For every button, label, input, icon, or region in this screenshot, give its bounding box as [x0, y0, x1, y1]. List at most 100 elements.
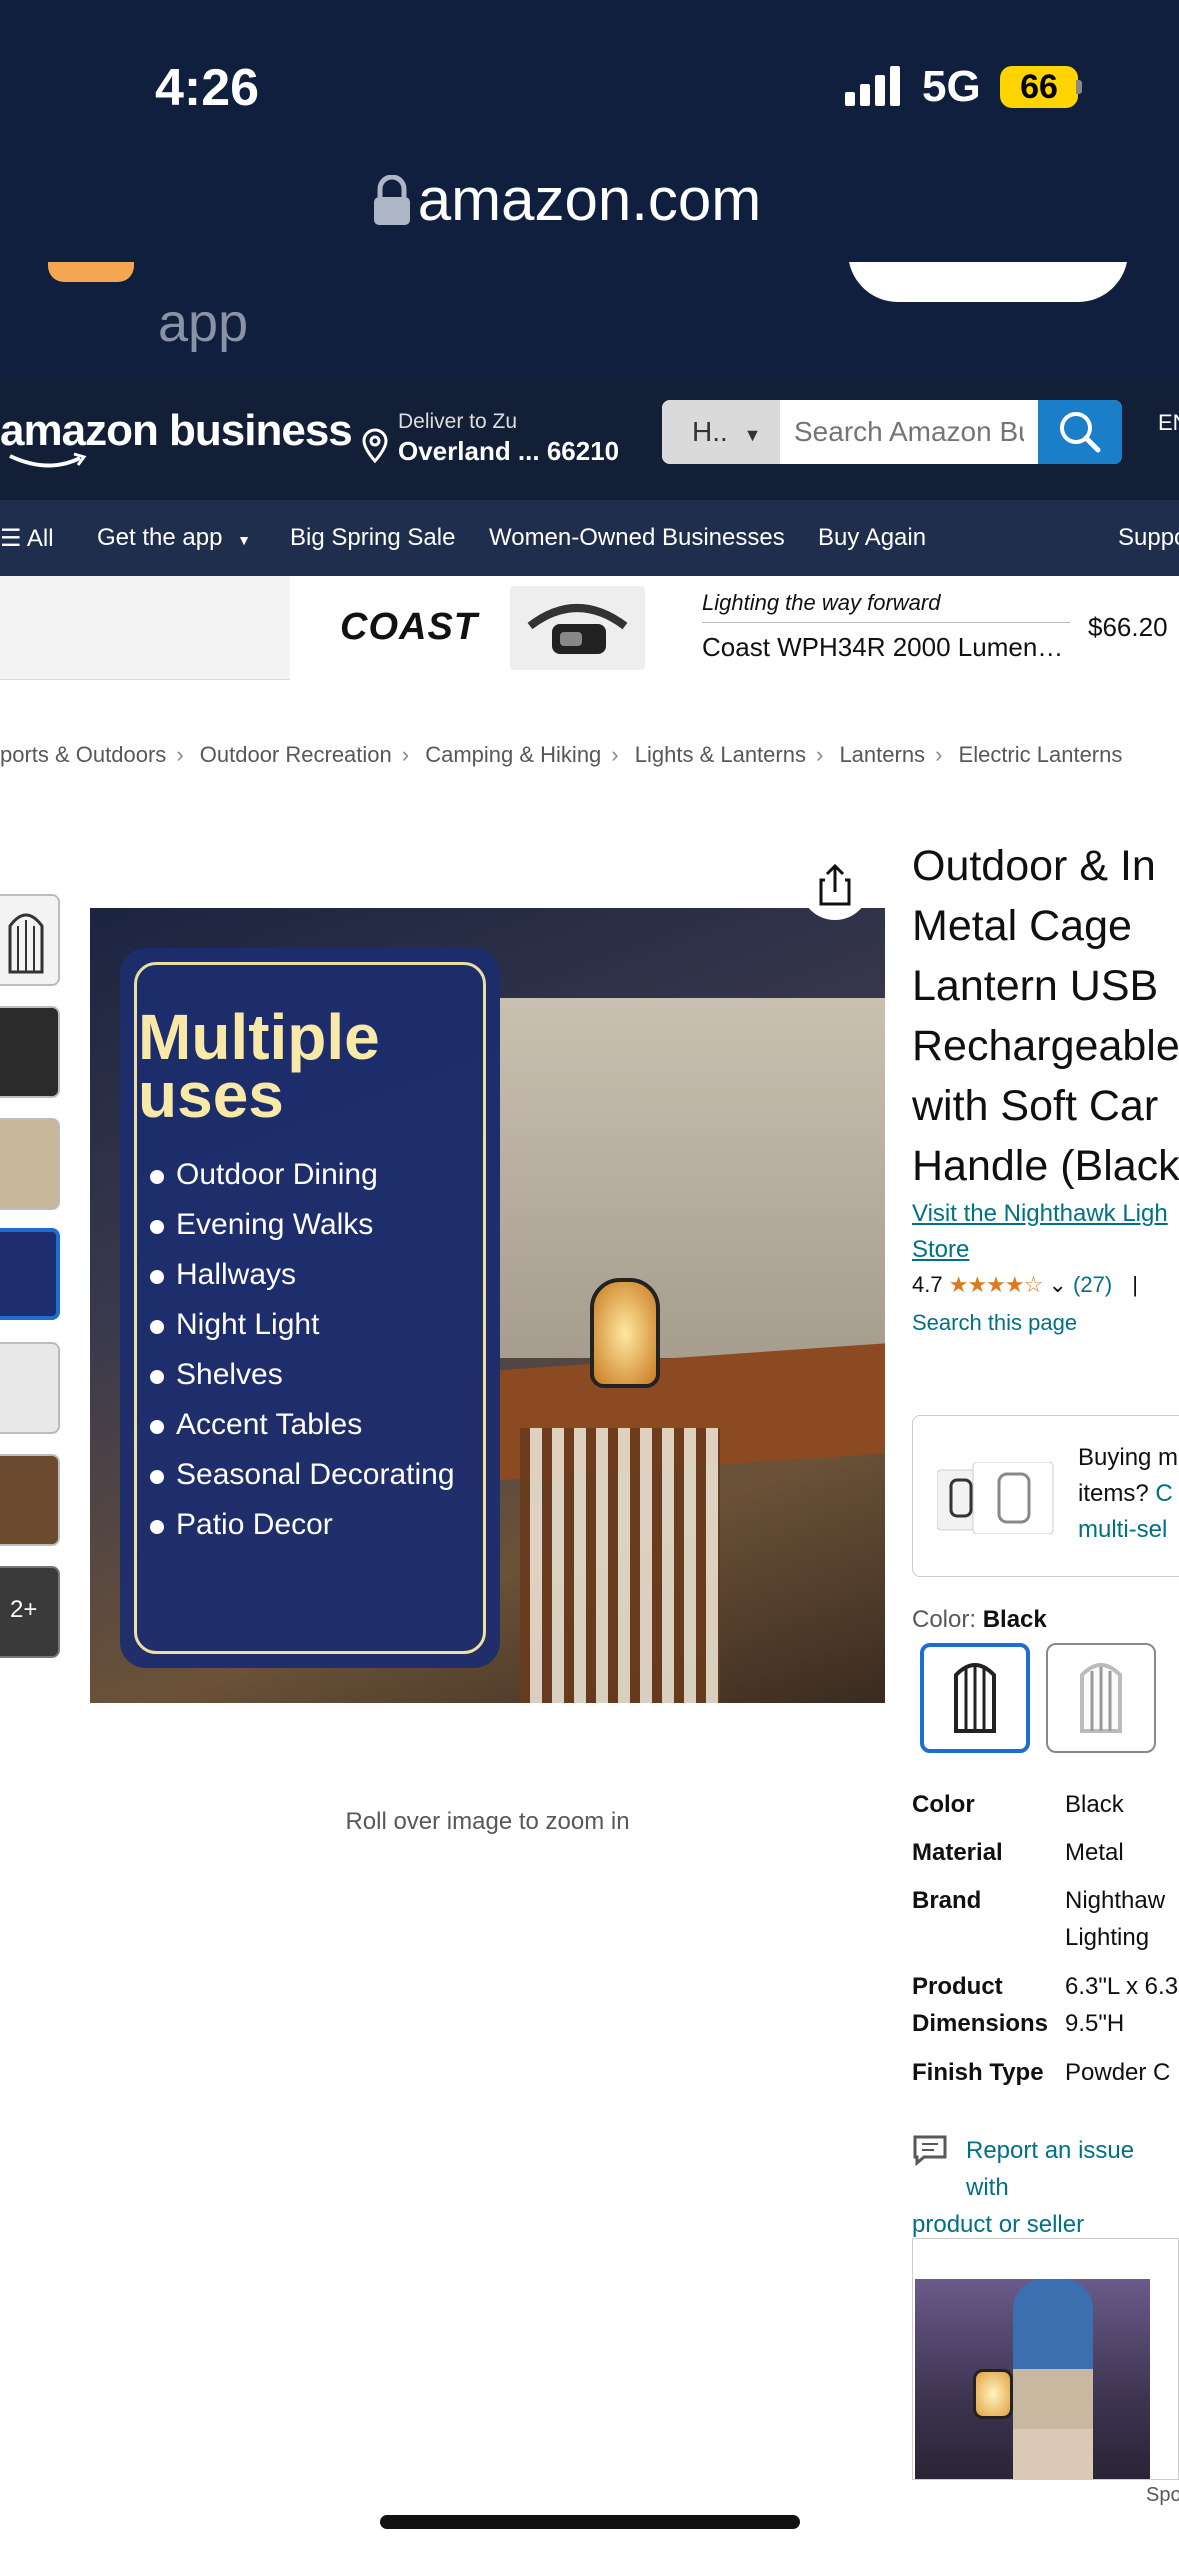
spec-key: Product Dimensions [912, 1973, 1049, 2037]
nav-big-spring-sale[interactable]: Big Spring Sale [290, 524, 455, 552]
spec-key: Material [912, 1839, 1003, 1866]
image-list-item: Patio Decor [150, 1508, 455, 1558]
zoom-hint: Roll over image to zoom in [345, 1808, 630, 1835]
nav-support[interactable]: Suppo [1118, 524, 1179, 552]
coast-brand-logo: COAST [340, 606, 478, 648]
search-button[interactable] [1038, 400, 1122, 464]
breadcrumb-link[interactable]: Outdoor Recreation [200, 742, 392, 767]
spec-key: Color [912, 1791, 975, 1818]
network-label: 5G [922, 62, 981, 111]
nav-all[interactable]: ☰ All [0, 524, 54, 553]
multi-select-line: Buying m [1078, 1444, 1179, 1471]
nav-get-app[interactable]: Get the app ▼ [97, 524, 251, 552]
image-heading: Multiple uses [138, 1001, 380, 1131]
battery-tip [1076, 80, 1082, 94]
battery-icon: 66 [1000, 66, 1078, 108]
search-this-page-link[interactable]: Search this page [912, 1310, 1077, 1336]
multi-select-text: Buying m items? C multi-sel [1078, 1440, 1178, 1548]
nav-item-label: Get the app [97, 524, 223, 551]
site-header: amazon business Deliver to Zu Overland .… [0, 380, 1179, 500]
report-issue-link[interactable]: Report an issue with product or seller [912, 2132, 1179, 2243]
url-bar[interactable]: amazon.com [0, 165, 1179, 234]
nav-buy-again[interactable]: Buy Again [818, 524, 926, 552]
store-link[interactable]: Visit the Nighthawk Ligh Store [912, 1196, 1168, 1268]
breadcrumb-link[interactable]: Camping & Hiking [425, 742, 601, 767]
image-feature-list: Outdoor Dining Evening Walks Hallways Ni… [150, 1158, 455, 1558]
black-lantern-swatch-image [954, 1663, 996, 1733]
image-chair [520, 1428, 720, 1703]
ad-image-lantern [973, 2369, 1013, 2419]
review-count-link[interactable]: (27) [1073, 1272, 1112, 1297]
thumbnail-5[interactable] [0, 1342, 60, 1434]
breadcrumb-link[interactable]: Lights & Lanterns [635, 742, 806, 767]
color-swatch-black[interactable] [920, 1643, 1030, 1753]
report-link-line: Report an issue with [966, 2137, 1135, 2201]
product-title: Outdoor & In Metal Cage Lantern USB Rech… [912, 836, 1179, 1196]
nav-bar: ☰ All Get the app ▼ Big Spring Sale Wome… [0, 500, 1179, 576]
sponsored-ad-card[interactable] [912, 2238, 1179, 2480]
hamburger-icon: ☰ [0, 525, 22, 552]
image-wall [500, 998, 885, 1358]
multi-select-link[interactable]: C [1155, 1480, 1172, 1507]
image-list-item: Night Light [150, 1308, 455, 1358]
chevron-right-icon: › [401, 742, 410, 767]
amazon-business-logo[interactable]: amazon business [0, 406, 353, 456]
search-input[interactable] [780, 400, 1038, 464]
multi-select-image [936, 1461, 1057, 1535]
clock: 4:26 [155, 59, 260, 117]
thumbnail-4-selected[interactable] [0, 1228, 60, 1320]
thumbnail-1[interactable] [0, 894, 60, 986]
chevron-down-icon[interactable]: ⌄ [1048, 1272, 1066, 1297]
deliver-to[interactable]: Deliver to Zu Overland ... 66210 [398, 410, 619, 467]
deliver-line-2: Overland ... 66210 [398, 436, 620, 466]
chevron-right-icon: › [935, 742, 943, 767]
nav-women-owned[interactable]: Women-Owned Businesses [489, 524, 785, 552]
promo-price: $66.20 [1088, 612, 1168, 642]
deliver-line-1: Deliver to Zu [398, 410, 518, 433]
thumbnail-3[interactable] [0, 1118, 60, 1210]
language-selector[interactable]: EN [1158, 410, 1179, 436]
title-line: Handle (Black [912, 1142, 1179, 1190]
spec-value: Nighthaw Lighting [1065, 1887, 1166, 1951]
star-rating-icon[interactable]: ★★★★☆ [949, 1272, 1044, 1297]
color-swatch-white[interactable] [1046, 1643, 1156, 1753]
open-app-button[interactable] [848, 262, 1128, 302]
promo-divider [702, 622, 1070, 623]
title-line: Outdoor & In [912, 842, 1156, 890]
promo-tagline: Lighting the way forward [702, 590, 941, 615]
signal-icon [845, 66, 900, 106]
chevron-right-icon: › [611, 742, 619, 767]
breadcrumb-link[interactable]: Electric Lanterns [959, 742, 1123, 767]
product-main-image[interactable]: Multiple uses Outdoor Dining Evening Wal… [90, 908, 885, 1703]
more-images-label: 2+ [10, 1596, 38, 1623]
rating-value: 4.7 [912, 1272, 943, 1297]
image-list-item: Evening Walks [150, 1208, 455, 1258]
sponsored-promo-strip[interactable]: COAST Lighting the way forward Coast WPH… [0, 576, 1179, 680]
title-line: Rechargeable [912, 1022, 1179, 1070]
caret-down-icon: ▼ [237, 532, 251, 548]
color-label: Color: Black [912, 1606, 1047, 1634]
chevron-down-icon: ▼ [743, 425, 762, 445]
rating-row: 4.7 ★★★★☆ ⌄ (27) | [912, 1272, 1138, 1298]
sponsored-label: Spo [1146, 2484, 1179, 2506]
store-link-line: Store [912, 1236, 970, 1263]
headlamp-product-image [510, 586, 645, 670]
search-icon [1060, 412, 1101, 453]
title-line: Lantern USB [912, 962, 1159, 1010]
spec-key: Brand [912, 1887, 982, 1914]
thumbnail-2[interactable] [0, 1006, 60, 1098]
search-department-select[interactable]: H.. ▼ [662, 400, 780, 464]
image-list-item: Outdoor Dining [150, 1158, 455, 1208]
color-label-prefix: Color: [912, 1606, 977, 1633]
thumbnail-more[interactable]: 2+ [0, 1566, 60, 1658]
chevron-right-icon: › [815, 742, 824, 767]
spec-key: Finish Type [912, 2059, 1044, 2086]
multi-select-link[interactable]: multi-sel [1078, 1512, 1178, 1548]
home-indicator[interactable] [380, 2515, 800, 2529]
share-icon [819, 863, 851, 906]
share-button[interactable] [800, 850, 870, 920]
breadcrumb-link[interactable]: Lanterns [839, 742, 925, 767]
breadcrumb-link[interactable]: ports & Outdoors [0, 742, 166, 767]
app-banner: app [0, 262, 1179, 380]
thumbnail-6[interactable] [0, 1454, 60, 1546]
